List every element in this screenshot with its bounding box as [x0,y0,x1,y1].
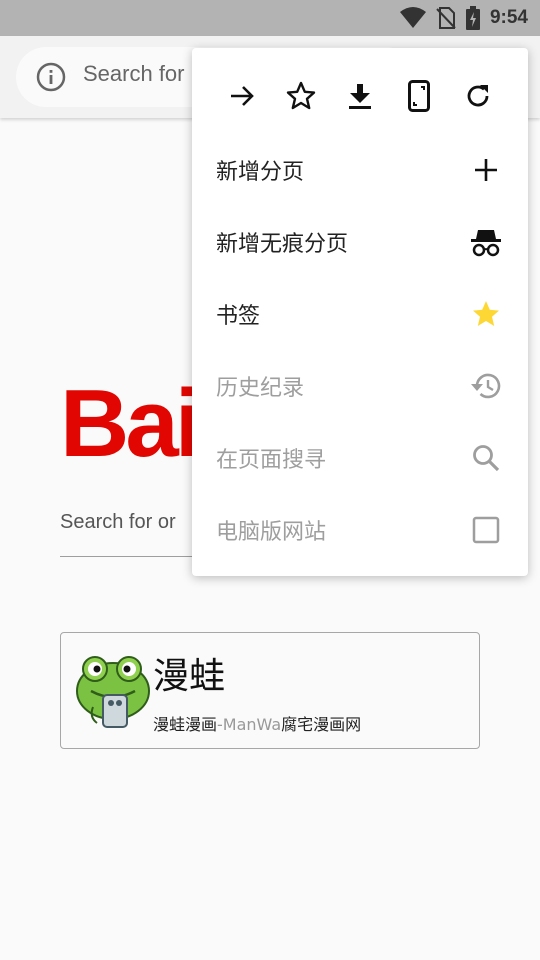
page-search-input[interactable]: Search for or [60,511,176,534]
download-button[interactable] [338,74,382,118]
menu-item-label: 历史纪录 [216,376,305,401]
menu-icon-row [192,74,528,118]
history-icon [468,368,504,404]
phone-icon [408,80,430,112]
add-bookmark-button[interactable] [279,74,323,118]
checkbox-icon[interactable] [468,512,504,548]
shortcut-title: 漫蛙 [153,656,226,697]
refresh-button[interactable] [456,74,500,118]
star-outline-icon [286,81,316,110]
status-icons: 9:54 [399,6,528,30]
star-filled-icon [468,296,504,332]
menu-item-label: 新增无痕分页 [216,232,349,257]
menu-item-label: 新增分页 [216,160,305,185]
menu-item-find-in-page[interactable]: 在页面搜寻 [192,422,528,494]
menu-item-history[interactable]: 历史纪录 [192,350,528,422]
menu-item-label: 在页面搜寻 [216,448,327,473]
url-input[interactable]: Search for [83,61,185,87]
baidu-logo: Bai [60,370,201,477]
download-icon [349,84,371,109]
menu-item-label: 电脑版网站 [216,520,327,545]
menu-item-label: 书签 [216,304,261,329]
shortcut-subtitle-part1: 漫蛙漫画 [153,715,218,734]
shortcut-card-manwa[interactable]: 漫蛙 漫蛙漫画-ManWa腐宅漫画网 [60,632,480,749]
menu-item-new-tab[interactable]: 新增分页 [192,134,528,206]
wifi-icon [399,7,426,28]
menu-item-desktop-site[interactable]: 电脑版网站 [192,494,528,566]
info-icon[interactable] [36,62,66,92]
shortcut-subtitle: 漫蛙漫画-ManWa腐宅漫画网 [153,711,361,735]
plus-icon [468,152,504,188]
menu-item-bookmarks[interactable]: 书签 [192,278,528,350]
no-sim-icon [436,7,456,29]
overflow-menu: 新增分页 新增无痕分页 书签 历史纪录 在页面搜寻 电脑版网站 [192,48,528,576]
refresh-icon [467,85,489,107]
incognito-icon [468,224,504,260]
shortcut-subtitle-part2: -ManWa [217,715,282,734]
search-icon [468,440,504,476]
forward-button[interactable] [220,74,264,118]
frog-logo-icon [76,656,150,728]
forward-icon [231,86,254,106]
page-info-button[interactable] [397,74,441,118]
shortcut-subtitle-part3: 腐宅漫画网 [281,715,362,734]
status-time: 9:54 [489,7,528,28]
status-bar: 9:54 [0,0,540,36]
battery-charging-icon [465,6,480,30]
menu-item-new-incognito-tab[interactable]: 新增无痕分页 [192,206,528,278]
